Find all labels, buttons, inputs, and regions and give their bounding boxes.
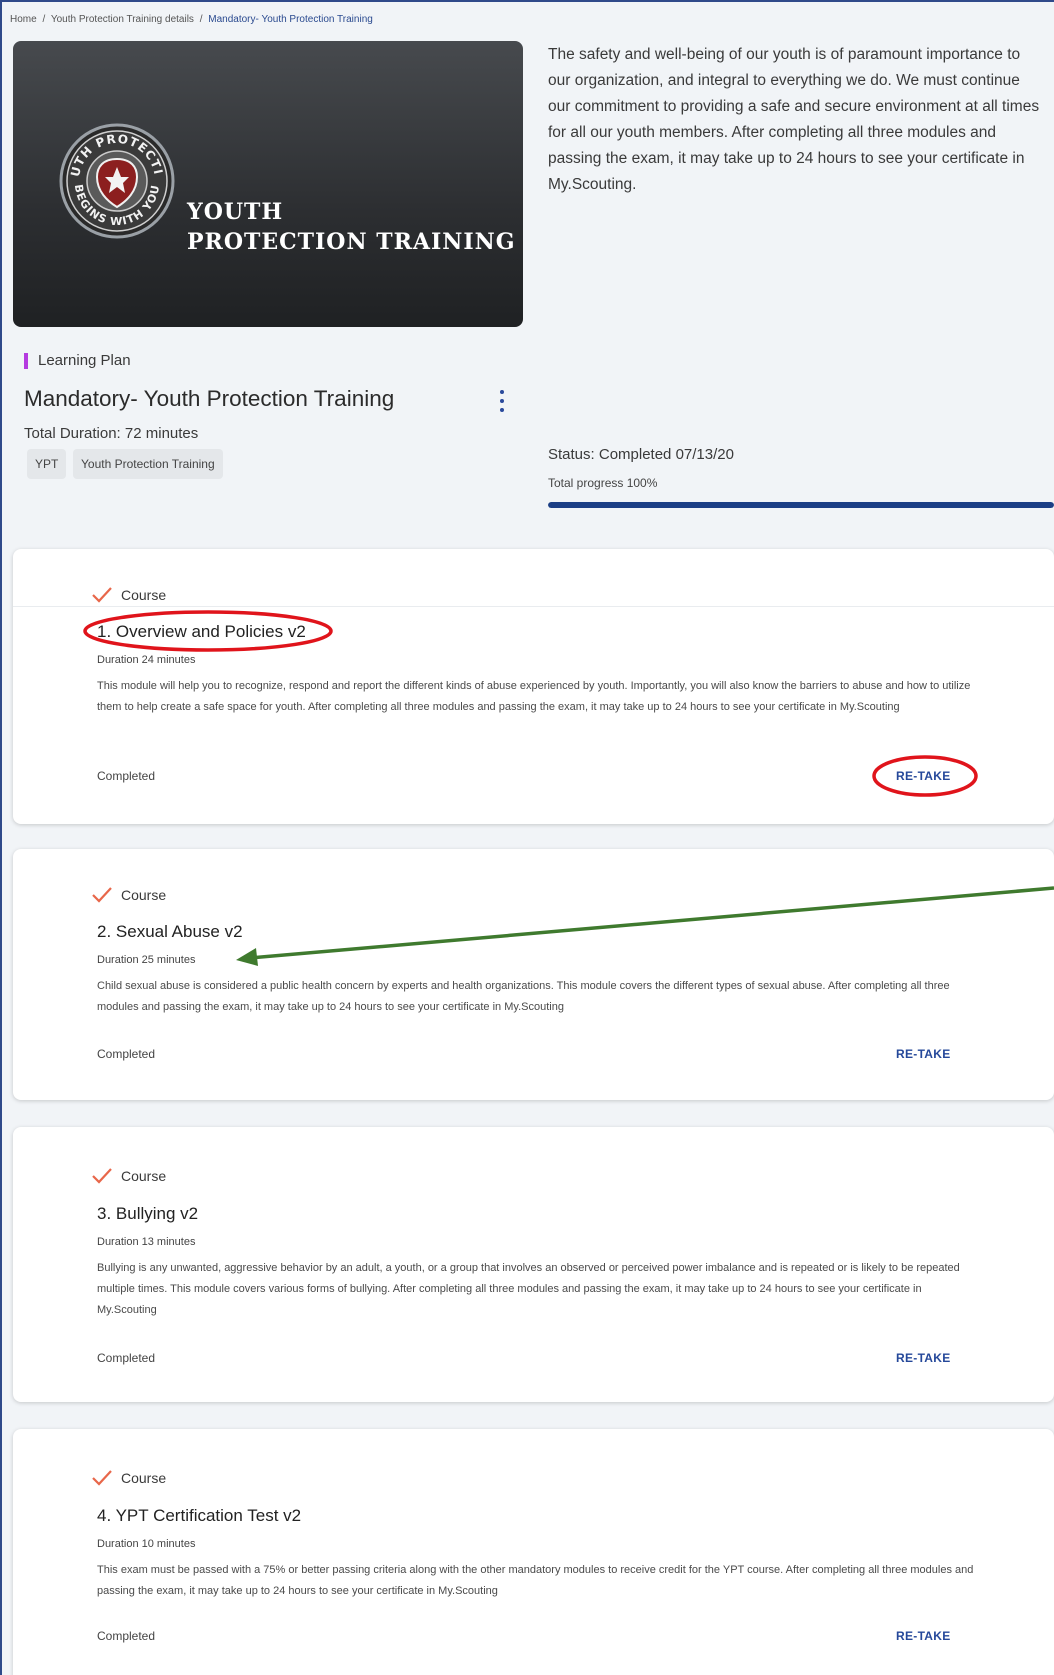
course-title[interactable]: 1. Overview and Policies v2	[97, 622, 306, 642]
learning-plan-label: Learning Plan	[38, 352, 131, 369]
chip-ypt: YPT	[27, 449, 67, 479]
course-title[interactable]: 3. Bullying v2	[97, 1204, 198, 1224]
course-type-label: Course	[121, 1168, 167, 1184]
learning-plan-tag: Learning Plan	[24, 352, 131, 369]
progress-label: Total progress 100%	[548, 476, 658, 490]
breadcrumb-separator: /	[199, 14, 203, 25]
chip-youth-protection-training: Youth Protection Training	[73, 449, 223, 479]
course-type-label: Course	[121, 887, 167, 903]
intro-description: The safety and well-being of our youth i…	[548, 46, 1040, 193]
tag-accent-bar	[24, 352, 28, 369]
hero-title: YOUTH PROTECTION TRAINING	[187, 197, 516, 257]
hero-title-line2: PROTECTION TRAINING	[187, 229, 516, 255]
course-card: Course 3. Bullying v2 Duration 13 minute…	[13, 1127, 1054, 1402]
course-type-label: Course	[121, 587, 167, 603]
check-icon	[92, 587, 112, 603]
page-title: Mandatory- Youth Protection Training	[24, 386, 395, 411]
course-duration: Duration 25 minutes	[97, 954, 196, 966]
breadcrumb-separator: /	[42, 14, 46, 25]
breadcrumb: Home / Youth Protection Training details…	[10, 14, 373, 25]
retake-button[interactable]: RE-TAKE	[896, 769, 951, 783]
breadcrumb-current[interactable]: Mandatory- Youth Protection Training	[208, 14, 373, 25]
course-card: Course 1. Overview and Policies v2 Durat…	[13, 549, 1054, 824]
hero-banner: YOUTH PROTECTION BEGINS WITH YOU YOUTH P…	[13, 41, 523, 327]
course-duration: Duration 24 minutes	[97, 654, 196, 666]
retake-button[interactable]: RE-TAKE	[896, 1351, 951, 1365]
check-icon	[92, 1168, 112, 1184]
breadcrumb-home[interactable]: Home	[10, 14, 37, 25]
divider	[13, 606, 1054, 607]
course-title[interactable]: 4. YPT Certification Test v2	[97, 1506, 301, 1526]
course-card: Course 4. YPT Certification Test v2 Dura…	[13, 1429, 1054, 1675]
more-options-icon[interactable]	[496, 390, 508, 412]
youth-protection-badge-icon: YOUTH PROTECTION BEGINS WITH YOU	[57, 121, 175, 239]
course-status: Completed	[97, 1047, 156, 1061]
status-text: Status: Completed 07/13/20	[548, 446, 734, 463]
breadcrumb-details[interactable]: Youth Protection Training details	[51, 14, 194, 25]
course-duration: Duration 10 minutes	[97, 1538, 196, 1550]
course-status: Completed	[97, 1629, 156, 1643]
course-type: Course	[91, 886, 166, 904]
course-type: Course	[91, 1167, 166, 1185]
course-card: Course 2. Sexual Abuse v2 Duration 25 mi…	[13, 849, 1054, 1100]
course-status: Completed	[97, 769, 156, 783]
check-icon	[92, 887, 112, 903]
course-description: This exam must be passed with a 75% or b…	[97, 1564, 974, 1597]
retake-button[interactable]: RE-TAKE	[896, 1629, 951, 1643]
course-type: Course	[91, 586, 166, 604]
course-description: This module will help you to recognize, …	[97, 680, 971, 713]
progress-bar	[548, 502, 1054, 508]
course-duration: Duration 13 minutes	[97, 1236, 196, 1248]
course-description: Child sexual abuse is considered a publi…	[97, 980, 950, 1013]
retake-button[interactable]: RE-TAKE	[896, 1047, 951, 1061]
course-type-label: Course	[121, 1470, 167, 1486]
check-icon	[92, 1470, 112, 1486]
total-duration: Total Duration: 72 minutes	[24, 425, 199, 442]
course-type: Course	[91, 1469, 166, 1487]
hero-title-line1: YOUTH	[187, 199, 284, 225]
progress-fill	[548, 502, 1054, 508]
course-status: Completed	[97, 1351, 156, 1365]
course-title[interactable]: 2. Sexual Abuse v2	[97, 922, 243, 942]
course-description: Bullying is any unwanted, aggressive beh…	[97, 1262, 960, 1316]
